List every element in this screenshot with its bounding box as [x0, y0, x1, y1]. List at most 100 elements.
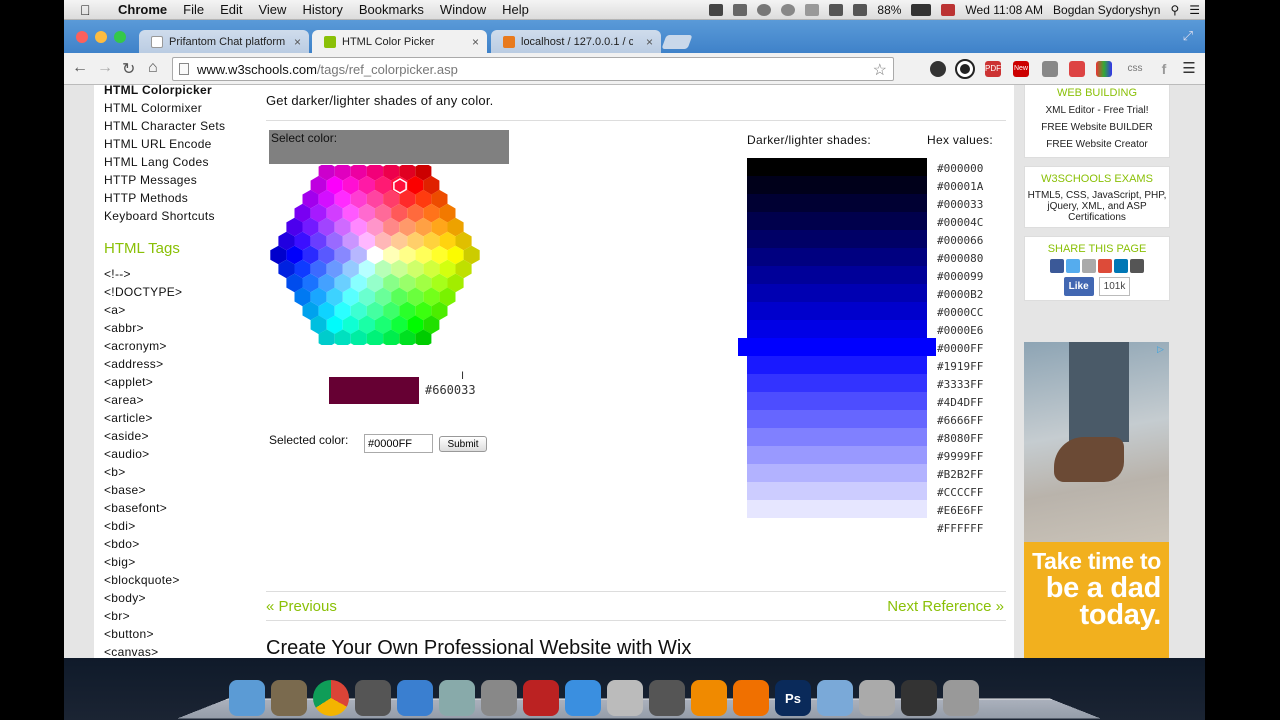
- download-extension-icon[interactable]: [1069, 61, 1085, 77]
- forward-icon[interactable]: →: [97, 59, 113, 77]
- twitter-icon[interactable]: [1066, 259, 1080, 273]
- tag-link[interactable]: <!DOCTYPE>: [104, 283, 259, 301]
- web-building-link[interactable]: FREE Website Creator: [1027, 136, 1167, 153]
- close-tab-icon[interactable]: ×: [472, 35, 479, 49]
- menu-view[interactable]: View: [250, 2, 294, 17]
- tag-link[interactable]: <button>: [104, 625, 259, 643]
- tag-link[interactable]: <a>: [104, 301, 259, 319]
- nav-link[interactable]: HTML Colormixer: [104, 99, 259, 117]
- menubar-user[interactable]: Bogdan Sydoryshyn: [1053, 3, 1160, 17]
- pdf-extension-icon[interactable]: PDF: [985, 61, 1001, 77]
- adchoices-icon[interactable]: ▷: [1157, 344, 1167, 354]
- tag-link[interactable]: <br>: [104, 607, 259, 625]
- menu-icon[interactable]: ☰: [1181, 61, 1197, 77]
- tag-link[interactable]: <audio>: [104, 445, 259, 463]
- tag-link[interactable]: <blockquote>: [104, 571, 259, 589]
- shade-swatch[interactable]: [747, 446, 927, 464]
- sublime-text-dock-icon[interactable]: [649, 680, 685, 716]
- selected-color-input[interactable]: [364, 434, 433, 453]
- microphone-icon[interactable]: [1042, 61, 1058, 77]
- gear-icon[interactable]: [930, 61, 946, 77]
- shade-swatch[interactable]: [747, 158, 927, 176]
- color-hexagon-map[interactable]: [269, 165, 481, 345]
- tag-link[interactable]: <base>: [104, 481, 259, 499]
- tab-prifantom[interactable]: Prifantom Chat platform ×: [139, 30, 309, 54]
- disk-utility-dock-icon[interactable]: [607, 680, 643, 716]
- shade-swatch[interactable]: [747, 464, 927, 482]
- image-capture-dock-icon[interactable]: [271, 680, 307, 716]
- record-icon[interactable]: [955, 59, 975, 79]
- photo-booth-dock-icon[interactable]: [523, 680, 559, 716]
- tag-link[interactable]: <address>: [104, 355, 259, 373]
- shade-swatch[interactable]: [747, 500, 927, 518]
- shade-swatch[interactable]: [747, 482, 927, 500]
- google-plus-icon[interactable]: [1098, 259, 1112, 273]
- fullscreen-icon[interactable]: ⤢: [1183, 28, 1193, 44]
- shade-swatch[interactable]: [747, 302, 927, 320]
- bluetooth-icon[interactable]: [805, 3, 820, 16]
- shade-swatch[interactable]: [747, 266, 927, 284]
- vlc-dock-icon[interactable]: [691, 680, 727, 716]
- apple-icon[interactable]: : [80, 2, 100, 18]
- close-window-button[interactable]: [76, 31, 88, 43]
- previous-link[interactable]: « Previous: [266, 598, 337, 615]
- facebook-like-button[interactable]: Like: [1063, 277, 1094, 296]
- tag-link[interactable]: <article>: [104, 409, 259, 427]
- folder-dock-icon[interactable]: [817, 680, 853, 716]
- next-reference-link[interactable]: Next Reference »: [887, 598, 1004, 615]
- shade-swatch[interactable]: [747, 356, 927, 374]
- tab-localhost[interactable]: localhost / 127.0.0.1 / ch ×: [491, 30, 661, 54]
- close-tab-icon[interactable]: ×: [646, 35, 653, 49]
- address-bar[interactable]: www.w3schools.com/tags/ref_colorpicker.a…: [172, 57, 894, 81]
- css-extension-icon[interactable]: css: [1124, 61, 1146, 77]
- tag-link[interactable]: <bdo>: [104, 535, 259, 553]
- shade-swatch[interactable]: [747, 374, 927, 392]
- submit-button[interactable]: Submit: [439, 436, 487, 452]
- nav-link[interactable]: HTTP Methods: [104, 189, 259, 207]
- shade-swatch[interactable]: [738, 338, 936, 356]
- mail-dock-icon[interactable]: [901, 680, 937, 716]
- wifi-icon[interactable]: [829, 3, 844, 16]
- tag-link[interactable]: <b>: [104, 463, 259, 481]
- system-preferences-dock-icon[interactable]: [481, 680, 517, 716]
- advertisement[interactable]: ▷ Take time to be a dad today.: [1024, 342, 1169, 658]
- shade-swatch[interactable]: [747, 320, 927, 338]
- shade-swatch[interactable]: [747, 284, 927, 302]
- menu-app[interactable]: Chrome: [110, 2, 175, 17]
- rocket-dock-icon[interactable]: [355, 680, 391, 716]
- tag-link[interactable]: <aside>: [104, 427, 259, 445]
- facebook-icon[interactable]: [1050, 259, 1064, 273]
- notifications-icon[interactable]: ☰: [1189, 3, 1200, 17]
- time-machine-icon[interactable]: [781, 3, 796, 16]
- menu-bookmarks[interactable]: Bookmarks: [351, 2, 432, 17]
- tag-link[interactable]: <acronym>: [104, 337, 259, 355]
- battery-icon[interactable]: [911, 3, 932, 16]
- color-extension-icon[interactable]: [1096, 61, 1112, 77]
- home-icon[interactable]: ⌂: [148, 59, 158, 77]
- shade-swatch[interactable]: [747, 518, 927, 536]
- chrome-dock-icon[interactable]: [313, 680, 349, 716]
- new-extension-icon[interactable]: New: [1013, 61, 1029, 77]
- tag-link[interactable]: <body>: [104, 589, 259, 607]
- itunes-dock-icon[interactable]: [565, 680, 601, 716]
- dropbox-icon[interactable]: [733, 3, 748, 16]
- shade-swatch[interactable]: [747, 410, 927, 428]
- minimize-window-button[interactable]: [95, 31, 107, 43]
- back-icon[interactable]: ←: [72, 59, 88, 77]
- reddit-icon[interactable]: [1130, 259, 1144, 273]
- menu-file[interactable]: File: [175, 2, 212, 17]
- trash-dock-icon[interactable]: [943, 680, 979, 716]
- web-building-link[interactable]: XML Editor - Free Trial!: [1027, 102, 1167, 119]
- shade-swatch[interactable]: [747, 392, 927, 410]
- finder-dock-icon[interactable]: [229, 680, 265, 716]
- nav-link-current[interactable]: HTML Colorpicker: [104, 84, 259, 96]
- spotlight-icon[interactable]: ⚲: [1170, 3, 1179, 17]
- shade-swatch[interactable]: [747, 248, 927, 266]
- nav-link[interactable]: HTTP Messages: [104, 171, 259, 189]
- shade-swatch[interactable]: [747, 230, 927, 248]
- nav-link[interactable]: HTML Character Sets: [104, 117, 259, 135]
- xampp-dock-icon[interactable]: [733, 680, 769, 716]
- close-tab-icon[interactable]: ×: [294, 35, 301, 49]
- tag-link[interactable]: <canvas>: [104, 643, 259, 658]
- new-tab-button[interactable]: [661, 35, 693, 49]
